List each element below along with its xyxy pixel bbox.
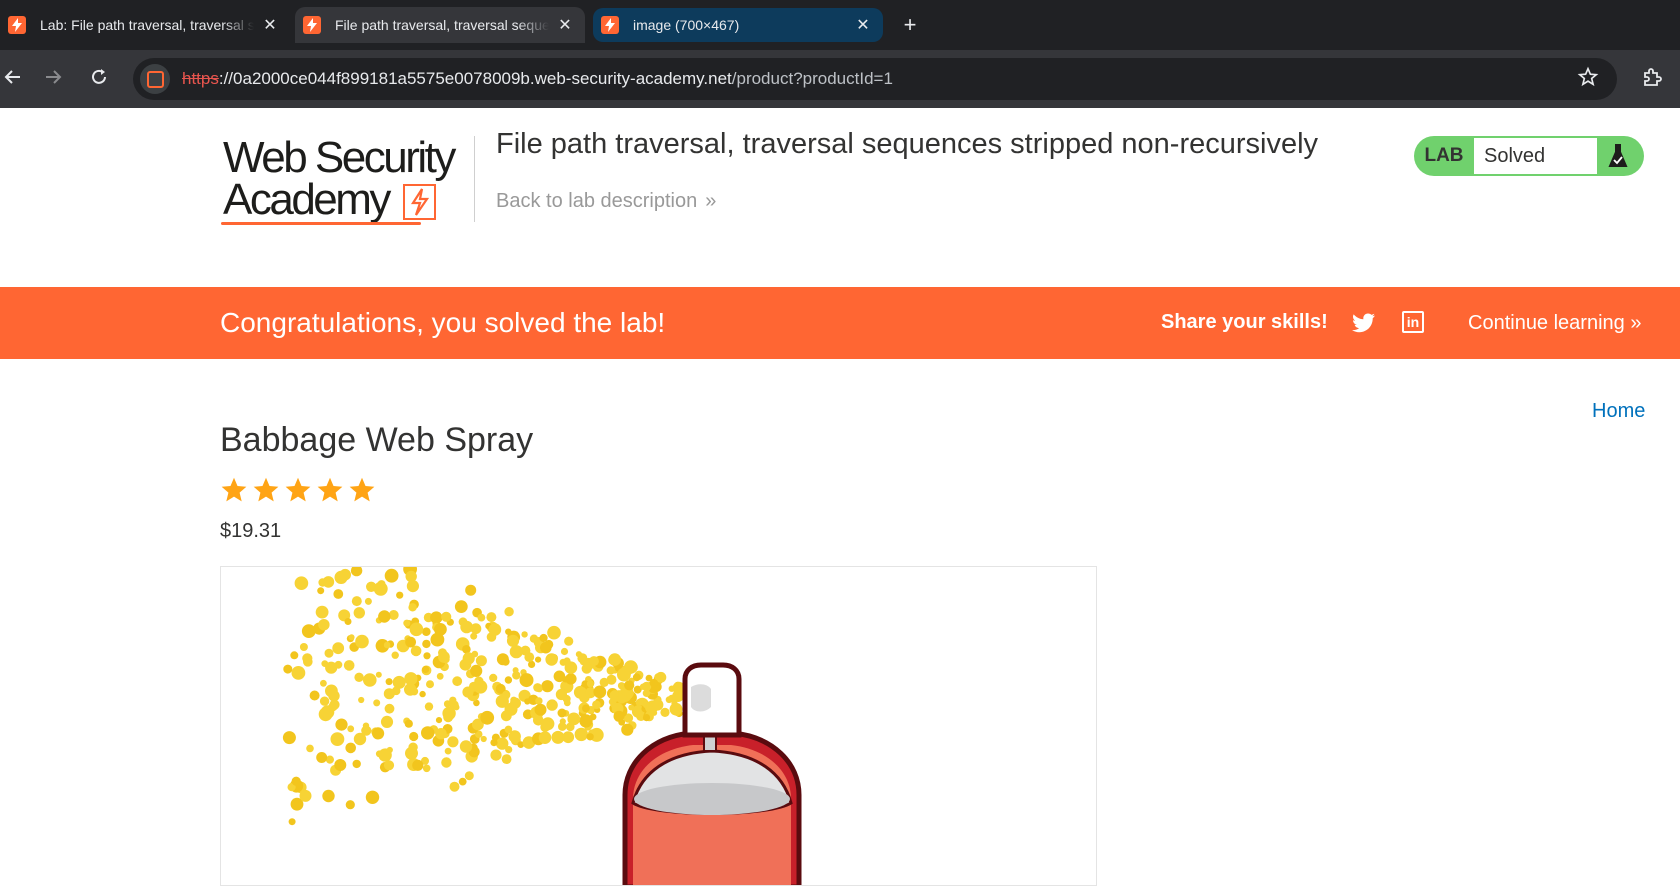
portswigger-favicon-icon: [601, 16, 619, 34]
new-tab-button[interactable]: +: [898, 12, 922, 38]
logo-bolt-icon: [403, 184, 436, 220]
header-divider: [474, 136, 475, 222]
back-link-label: Back to lab description: [496, 190, 698, 212]
rating-star-icon: [285, 477, 311, 502]
rating-star-icon: [317, 477, 343, 502]
rating-star-icon: [253, 477, 279, 502]
browser-tab-strip: Lab: File path traversal, traversal sequ…: [0, 0, 1680, 50]
close-tab-icon[interactable]: ✕: [853, 15, 873, 35]
tab-title: File path traversal, traversal sequences…: [335, 17, 549, 33]
logo-underline: [221, 222, 421, 225]
portswigger-favicon-icon: [303, 16, 321, 34]
lab-status-badge: LAB Solved: [1414, 136, 1644, 176]
continue-learning-link[interactable]: Continue learning »: [1468, 312, 1641, 335]
star-bookmark-icon[interactable]: [1577, 66, 1599, 94]
lab-badge-label: LAB: [1424, 145, 1464, 166]
reload-icon[interactable]: [86, 66, 112, 92]
close-tab-icon[interactable]: ✕: [555, 15, 575, 35]
forward-arrow-icon[interactable]: [40, 66, 66, 92]
lab-title: File path traversal, traversal sequences…: [496, 128, 1319, 160]
web-security-academy-logo[interactable]: Web Security Academy: [221, 136, 471, 228]
site-info-icon[interactable]: [140, 64, 170, 94]
logo-line2: Academy: [223, 175, 391, 224]
portswigger-favicon-icon: [8, 16, 26, 34]
url-scheme: https: [182, 69, 219, 88]
product-price: $19.31: [220, 520, 282, 542]
back-arrow-icon[interactable]: [0, 66, 26, 92]
page-content: Web Security Academy File path traversal…: [0, 108, 1680, 886]
product-image: [220, 566, 1097, 886]
tab-title: image (700×467): [633, 17, 740, 33]
address-bar[interactable]: https://0a2000ce044f899181a5575e0078009b…: [133, 58, 1617, 100]
extensions-icon[interactable]: [1640, 65, 1666, 91]
product-name: Babbage Web Spray: [220, 421, 534, 459]
twitter-icon[interactable]: [1352, 312, 1376, 334]
url-path: /product?productId=1: [731, 69, 893, 88]
continue-learning-label: Continue learning: [1468, 312, 1625, 334]
browser-toolbar: https://0a2000ce044f899181a5575e0078009b…: [0, 50, 1680, 108]
solved-banner: Congratulations, you solved the lab! Sha…: [0, 287, 1680, 359]
lab-status-text: Solved: [1474, 138, 1597, 174]
share-skills-label: Share your skills!: [1161, 311, 1328, 333]
linkedin-icon[interactable]: in: [1402, 311, 1424, 333]
back-to-lab-link[interactable]: Back to lab description »: [496, 190, 716, 213]
close-tab-icon[interactable]: ✕: [260, 15, 280, 35]
rating-star-icon: [221, 477, 247, 502]
spray-can-illustration: [282, 567, 802, 885]
browser-tab[interactable]: image (700×467) ✕: [593, 8, 883, 42]
browser-tab-active[interactable]: File path traversal, traversal sequences…: [295, 7, 585, 43]
home-link[interactable]: Home: [1592, 400, 1645, 423]
double-chevron-icon: »: [705, 190, 716, 212]
congratulations-message: Congratulations, you solved the lab!: [220, 307, 666, 338]
url-text[interactable]: https://0a2000ce044f899181a5575e0078009b…: [182, 69, 893, 89]
url-host: ://0a2000ce044f899181a5575e0078009b.web-…: [218, 69, 732, 88]
browser-tab[interactable]: Lab: File path traversal, traversal sequ…: [0, 7, 290, 43]
logo-line1: Web Security: [223, 133, 456, 182]
double-chevron-icon: »: [1630, 312, 1642, 334]
flask-icon: [1597, 143, 1639, 169]
tab-title: Lab: File path traversal, traversal sequ…: [40, 17, 254, 33]
rating-star-icon: [349, 477, 375, 502]
product-rating: [220, 476, 376, 504]
